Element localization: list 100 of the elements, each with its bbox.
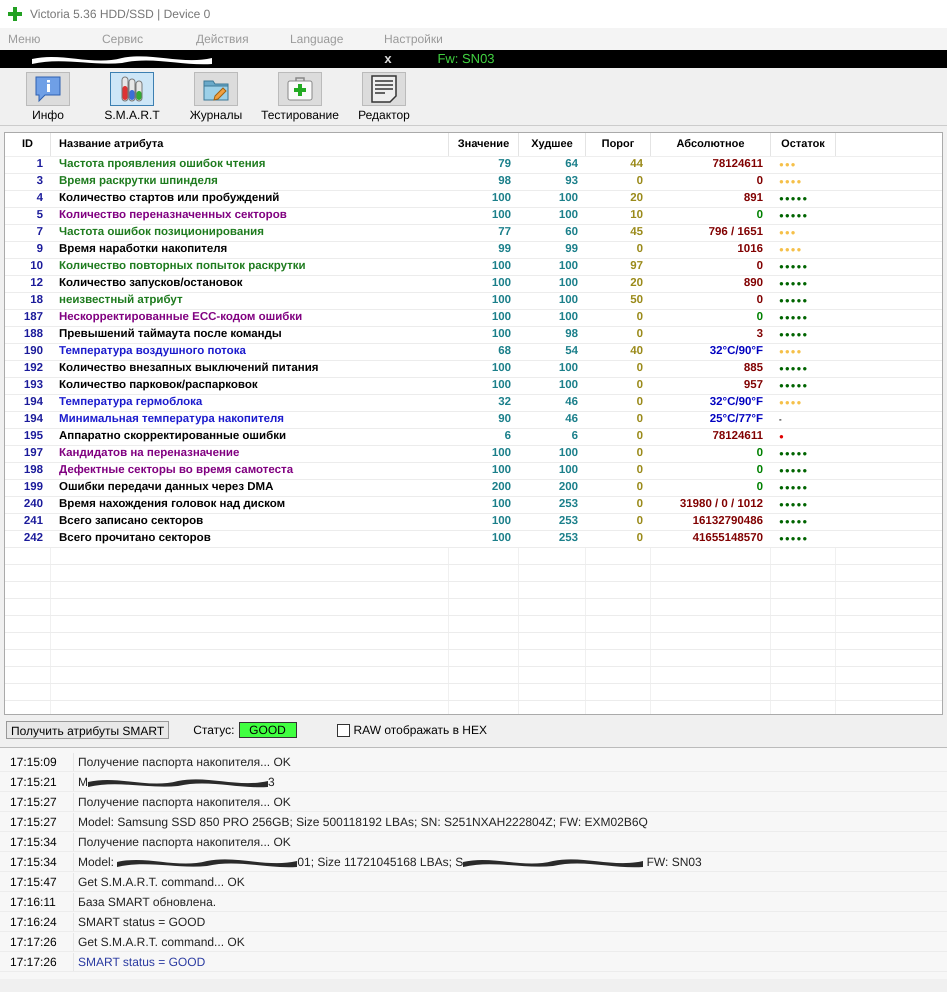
column-header[interactable]: Порог [586,133,651,156]
table-cell-text: 194 [22,412,44,428]
get-smart-button[interactable]: Получить атрибуты SMART [6,721,170,739]
table-cell-text: ●●●●● [778,278,810,290]
table-cell-text: 253 [558,514,579,530]
toolbar-button[interactable]: Журналы [174,72,258,124]
table-cell-text: 0 [636,412,644,428]
table-cell-text: 10 [29,259,44,274]
table-cell-text: 188 [22,327,44,342]
table-cell-text: 0 [636,378,644,394]
log-time: 17:15:34 [0,832,74,850]
table-cell-text: 31980 / 0 / 1012 [678,497,764,512]
table-cell-text: ●●●●● [778,363,810,375]
table-cell-text: 93 [564,174,579,190]
table-cell-text: 100 [558,463,579,478]
table-cell-text: 187 [22,310,44,326]
column-header[interactable]: Абсолютное [651,133,771,156]
table-cell-text: 100 [558,293,579,308]
table-cell-text: ● [778,431,786,443]
table-cell-text: 16132790486 [692,514,764,530]
table-cell-text: Время нахождения головок над диском [58,497,286,512]
table-cell-text: 100 [490,446,512,462]
log-time: 17:16:11 [0,892,74,910]
info-icon [33,74,63,104]
table-cell-text: ●●●● [778,397,804,409]
table-cell-text: 253 [558,531,579,546]
table-cell-text: 100 [558,191,579,206]
table-cell-text: ●●●●● [778,380,810,392]
table-cell-text: 0 [636,480,644,496]
toolbar-button[interactable]: S.M.A.R.T [90,72,174,124]
table-cell-text: Ошибки передачи данных через DMA [58,480,274,496]
table-cell-text: 200 [558,480,579,496]
log-time: 17:15:27 [0,792,74,810]
table-cell-text: ●●●●● [778,465,810,477]
table-cell-text: 891 [742,191,764,206]
table-cell-text: 0 [636,531,644,546]
table-cell-text: Частота проявления ошибок чтения [58,157,266,172]
log-message: Get S.M.A.R.T. command... OK [78,874,245,890]
table-cell-text: Нескорректированные ECC-кодом ошибки [58,310,304,326]
table-cell-text: ●●●●● [778,329,810,341]
table-cell-text: 0 [636,327,644,342]
table-cell-text: 100 [490,310,512,326]
table-cell-text: 78124611 [711,157,764,172]
table-cell-text: Количество парковок/распарковок [58,378,259,394]
toolbar-button[interactable]: Редактор [342,72,426,124]
table-cell-text: 100 [558,378,579,394]
column-header[interactable]: Значение [449,133,519,156]
table-cell-text: 0 [636,429,644,444]
table-cell-text: 46 [564,395,579,410]
table-cell-text: 60 [564,225,579,240]
status-label: Статус: [193,722,234,739]
table-cell-text: Количество стартов или пробуждений [58,191,280,206]
table-cell-text: 0 [756,208,764,224]
table-cell-text: ●●●● [778,244,804,256]
log-message: FW: SN03 [646,854,702,870]
table-cell-text: Всего записано секторов [58,514,204,530]
table-cell-text: Температура гермоблока [58,395,204,410]
column-header[interactable]: Худшее [519,133,586,156]
table-cell-text: 253 [558,497,579,512]
table-cell-text: 194 [22,395,44,410]
table-cell-text: 796 / 1651 [708,225,764,240]
table-cell-text: Превышений таймаута после команды [58,327,283,342]
table-cell-text: 7 [36,225,44,240]
table-cell-text: 45 [629,225,644,240]
table-cell-text: ●●●●● [778,295,810,307]
table-cell-text: 0 [756,463,764,478]
log-time: 17:15:21 [0,772,74,790]
table-cell-text: 0 [756,293,764,308]
log-message: Получение паспорта накопителя... OK [78,794,291,810]
table-cell-text: ●●●●● [778,482,810,494]
toolbar-button[interactable]: Инфо [6,72,90,124]
column-header[interactable]: Название атрибута [51,133,449,156]
log-time: 17:16:24 [0,912,74,930]
table-cell-text: 0 [636,242,644,258]
table-cell-text: 90 [497,412,512,428]
table-cell-text: 100 [490,327,512,342]
column-header[interactable]: Остаток [771,133,836,156]
table-cell-text: 10 [629,208,644,224]
table-cell-text: 77 [497,225,512,240]
table-cell-text: 100 [490,259,512,274]
table-cell-text: 6 [570,429,579,444]
table-cell-text: ●●● [778,159,798,171]
table-cell-text: 100 [490,276,512,292]
table-cell-text: 100 [558,446,579,462]
table-cell-text: Количество запусков/остановок [58,276,244,292]
table-cell-text: 100 [490,378,512,394]
window-title: Victoria 5.36 HDD/SSD | Device 0 [30,6,210,23]
hex-checkbox[interactable] [336,724,350,736]
column-header[interactable]: ID [5,133,51,156]
table-cell-text: 18 [29,293,44,308]
table-cell-text: 0 [636,514,644,530]
table-cell-text: 100 [558,310,579,326]
table-cell-text: 0 [636,174,644,190]
toolbar-button[interactable]: Тестирование [258,72,342,124]
table-cell-text: 0 [756,446,764,462]
table-cell-text: ●●●●● [778,210,810,222]
table-cell-text: 100 [490,361,512,376]
table-cell-text: 41655148570 [692,531,764,546]
close-device-button[interactable]: x [380,49,396,69]
log-message: База SMART обновлена. [78,894,216,910]
